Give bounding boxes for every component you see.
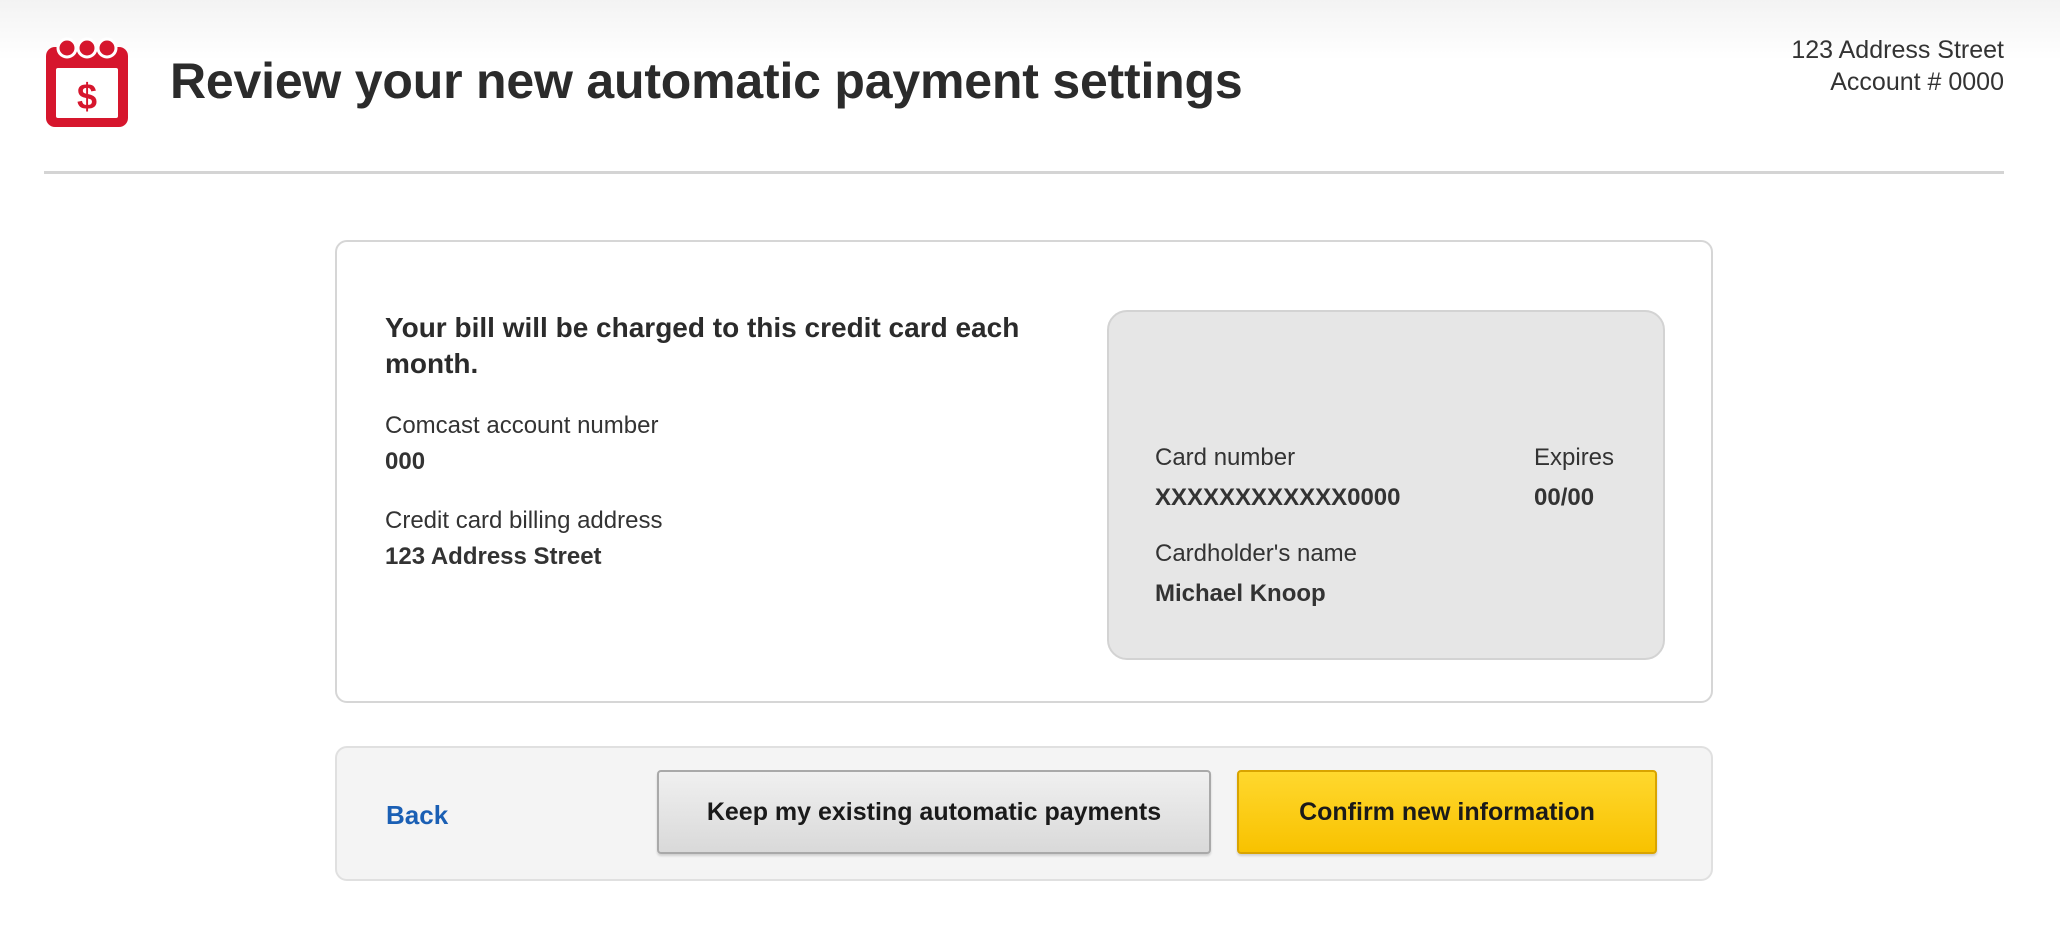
keep-existing-payments-button[interactable]: Keep my existing automatic payments [657, 770, 1211, 854]
cardholder-label: Cardholder's name [1155, 540, 1358, 567]
back-link[interactable]: Back [386, 800, 448, 831]
header-address: 123 Address Street [1791, 36, 2004, 64]
calendar-dollar-icon: $ [46, 37, 128, 127]
page-title: Review your new automatic payment settin… [170, 53, 1243, 109]
cardholder-value: Michael Knoop [1155, 580, 1326, 607]
header-divider [44, 171, 2004, 174]
billing-address-label: Credit card billing address [385, 507, 663, 534]
card-number-value: XXXXXXXXXXXX0000 [1155, 484, 1401, 511]
account-info: 123 Address Street Account # 0000 [1791, 34, 2004, 98]
svg-text:$: $ [77, 76, 97, 117]
account-number-label: Comcast account number [385, 412, 659, 439]
action-bar: Back Keep my existing automatic payments… [335, 746, 1713, 881]
account-number-value: 000 [385, 448, 426, 475]
page-header: $ Review your new automatic payment sett… [0, 0, 2060, 175]
payment-summary-card: Your bill will be charged to this credit… [335, 240, 1713, 703]
charge-heading: Your bill will be charged to this credit… [385, 312, 1020, 379]
billing-address-value: 123 Address Street [385, 543, 602, 570]
expires-value: 00/00 [1534, 484, 1595, 511]
expires-label: Expires [1534, 444, 1615, 471]
card-number-label: Card number [1155, 444, 1296, 471]
credit-card-preview: Card number XXXXXXXXXXXX0000 Expires 00/… [1107, 310, 1665, 660]
header-account-number: Account # 0000 [1830, 68, 2004, 96]
confirm-new-information-button[interactable]: Confirm new information [1237, 770, 1657, 854]
